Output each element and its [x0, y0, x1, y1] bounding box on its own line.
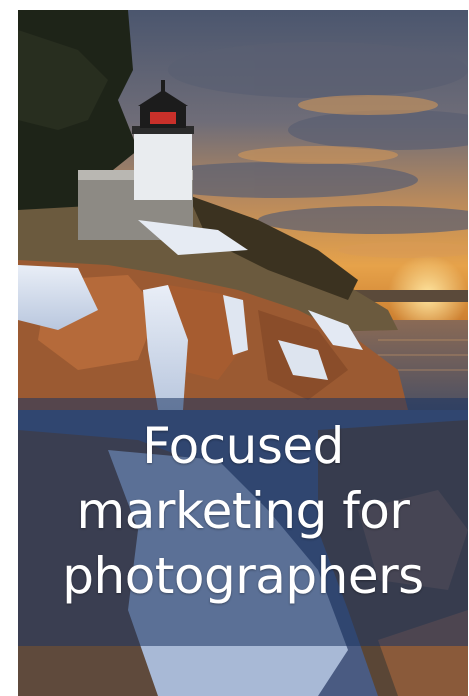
headline-line-1: Focused	[142, 417, 344, 475]
headline-line-3: photographers	[62, 547, 424, 605]
banner-headline: Focused marketing for photographers	[18, 414, 468, 609]
banner-frame: Focused marketing for photographers	[18, 10, 468, 696]
headline-line-2: marketing for	[76, 482, 410, 540]
